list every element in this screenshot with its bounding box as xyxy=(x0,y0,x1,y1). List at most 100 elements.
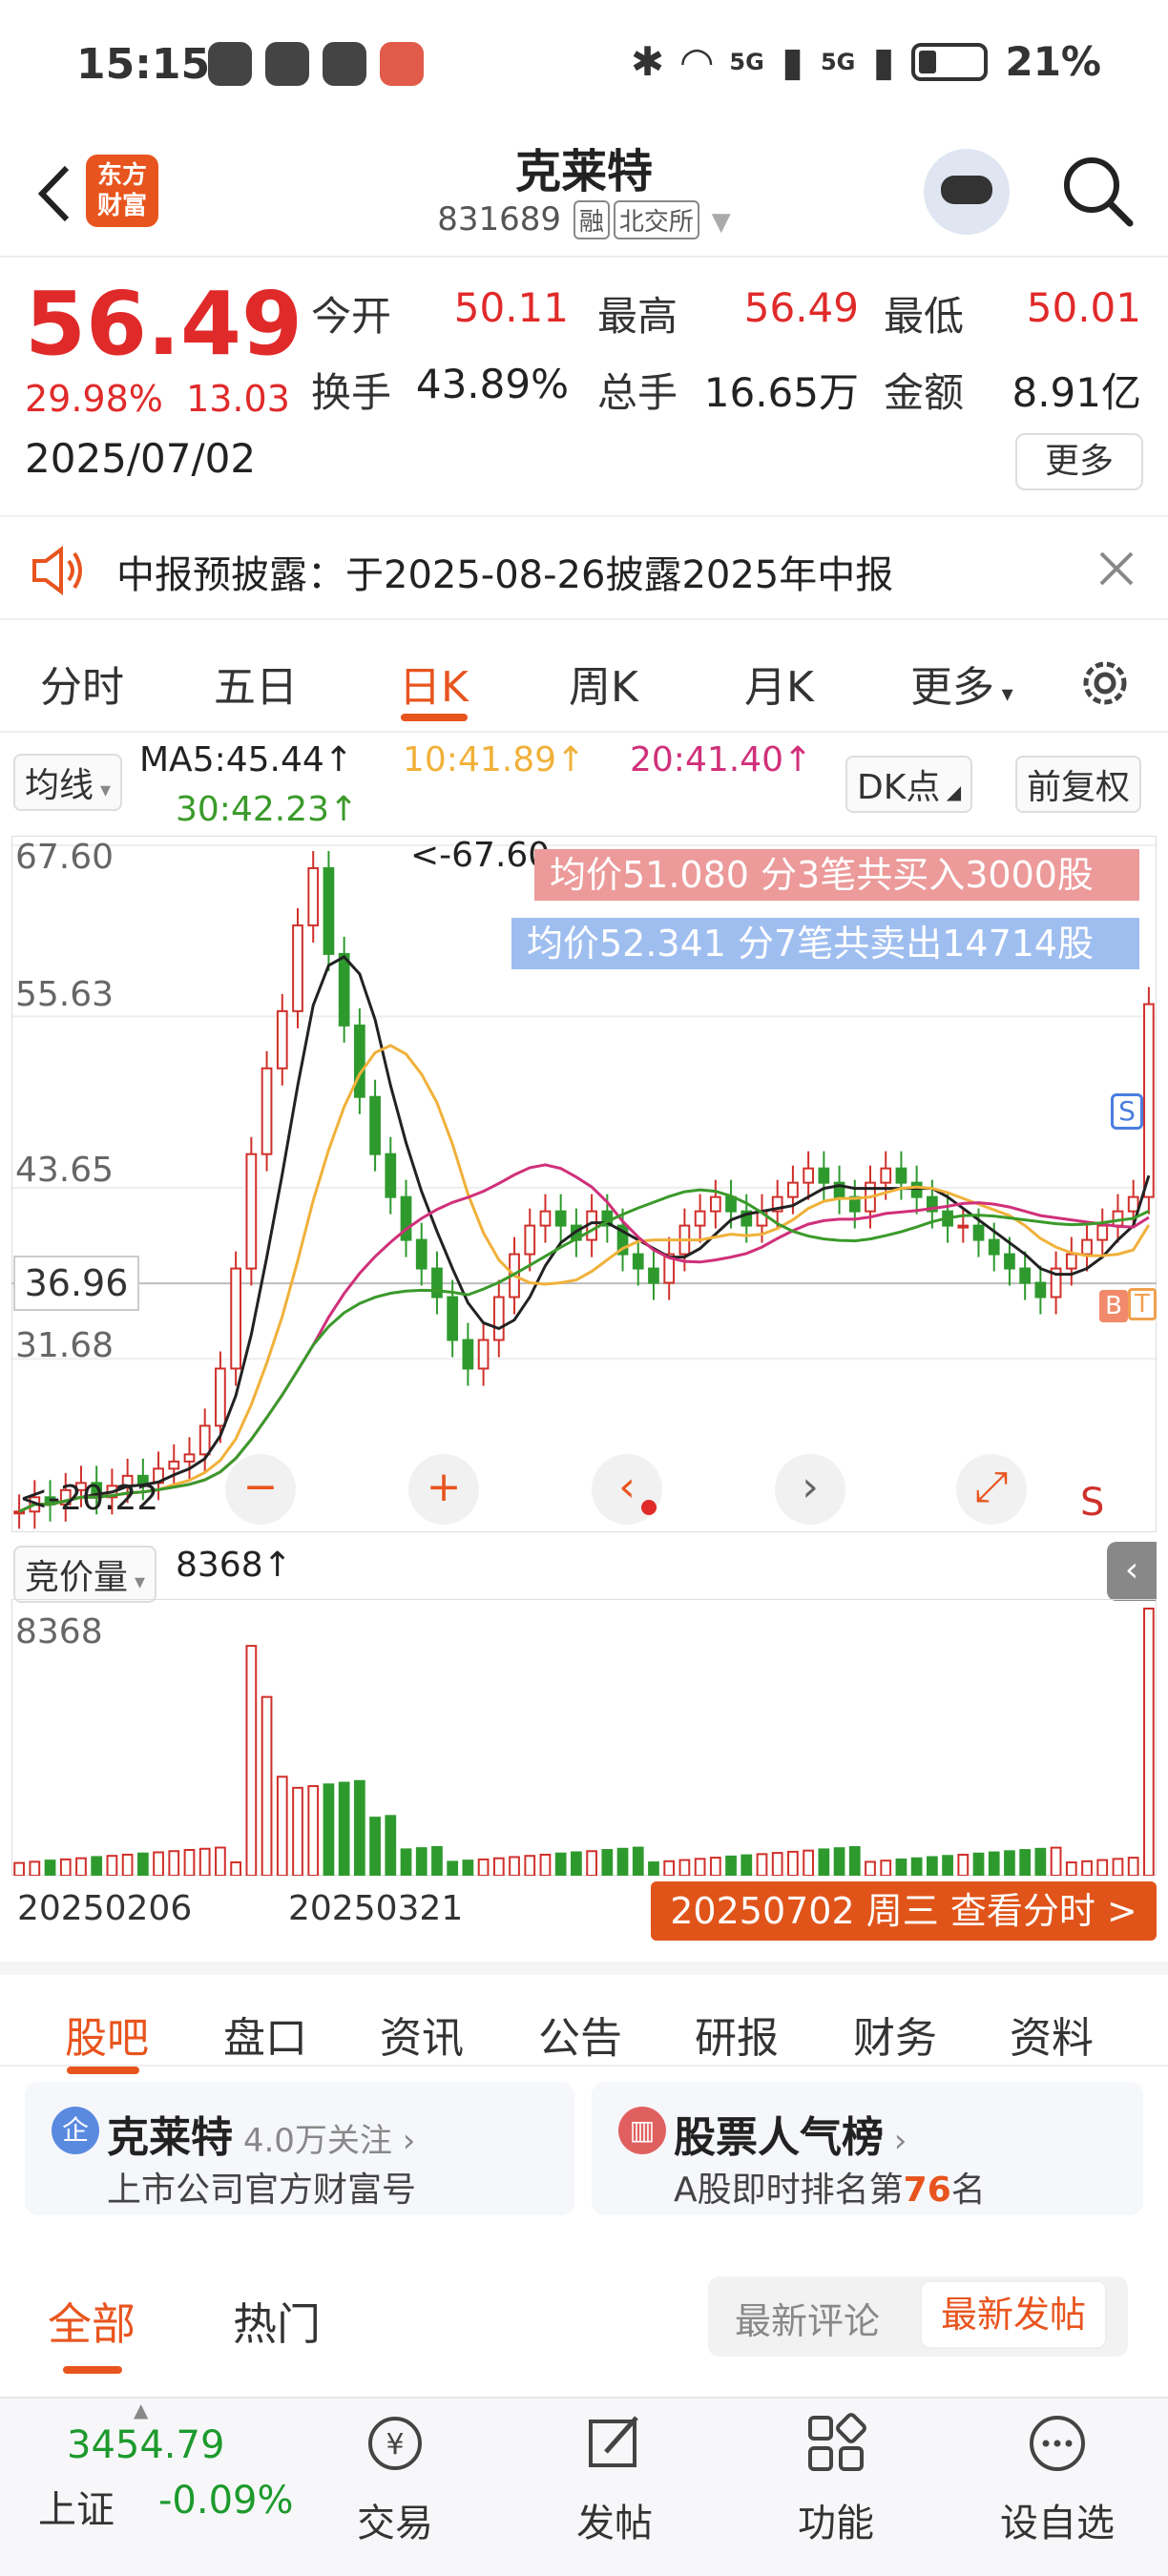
view-intraday-button[interactable]: 20250702 周三 查看分时 > xyxy=(651,1881,1157,1941)
corner-arrow-icon: ◢ xyxy=(940,780,962,803)
nav-label: 发帖 xyxy=(576,2502,653,2545)
y-tick-label: 31.68 xyxy=(15,1326,115,1365)
volume-bar xyxy=(601,1849,614,1876)
candle xyxy=(323,866,335,955)
candle xyxy=(524,1224,536,1256)
index-name[interactable]: 上证 xyxy=(38,2479,115,2534)
system-icons: ✱ ◠ 5G ▮ 5G ▮ 21% xyxy=(631,38,1101,85)
volume-bar xyxy=(616,1847,629,1876)
scroll-right-button[interactable]: › xyxy=(775,1454,845,1525)
sort-latest-comment[interactable]: 最新评论 xyxy=(735,2292,880,2344)
zoom-in-button[interactable]: + xyxy=(408,1454,479,1525)
tab-five-day[interactable]: 五日 xyxy=(214,653,298,714)
close-icon[interactable] xyxy=(1097,550,1136,588)
signal-icon-2: 5G xyxy=(820,48,856,75)
volume-bar xyxy=(678,1859,691,1876)
volume-bar xyxy=(1081,1859,1093,1876)
search-icon[interactable] xyxy=(1059,153,1136,229)
change-amount: 13.03 xyxy=(186,378,290,420)
volume-bar xyxy=(539,1853,552,1876)
edit-icon xyxy=(589,2416,638,2467)
nav-trade[interactable]: ¥ 交易 xyxy=(319,2410,471,2547)
rank-number: 76 xyxy=(903,2171,951,2210)
trade-yen-icon: ¥ xyxy=(368,2417,422,2470)
index-value[interactable]: 3454.79 xyxy=(67,2423,224,2467)
fullscreen-icon[interactable]: ⤢ xyxy=(956,1454,1027,1525)
volume-bar xyxy=(183,1848,196,1876)
volume-bar xyxy=(307,1785,320,1876)
tab-finance[interactable]: 财务 xyxy=(853,2004,937,2065)
candle xyxy=(1127,1195,1139,1213)
filter-all[interactable]: 全部 xyxy=(48,2290,136,2353)
period-tabs: 分时 五日 日K 周K 月K 更多 ▾ xyxy=(0,630,1168,733)
chevron-down-icon: ▾ xyxy=(94,779,112,802)
open-value: 50.11 xyxy=(453,284,569,331)
volume-bar xyxy=(988,1851,1000,1876)
dk-point-select[interactable]: DK点 ◢ xyxy=(845,756,973,813)
dropdown-arrow-icon[interactable]: ▼ xyxy=(712,208,731,237)
adjust-select[interactable]: 前复权 xyxy=(1015,756,1142,813)
volume-bar xyxy=(477,1858,490,1876)
tab-announcements[interactable]: 公告 xyxy=(538,2004,622,2065)
volume-bar xyxy=(865,1860,876,1876)
tab-intraday[interactable]: 分时 xyxy=(40,653,124,714)
gear-icon[interactable] xyxy=(1076,654,1134,712)
tab-more[interactable]: 更多 ▾ xyxy=(910,653,1013,714)
nav-functions[interactable]: 功能 xyxy=(760,2410,912,2547)
official-account-card[interactable]: 企 克莱特 4.0万关注 › 上市公司官方财富号 xyxy=(25,2082,574,2215)
follow-count: 4.0万关注 › xyxy=(242,2122,416,2160)
nav-post[interactable]: 发帖 xyxy=(538,2410,691,2547)
zoom-out-button[interactable]: − xyxy=(225,1454,296,1525)
volume-type-select[interactable]: 竞价量 ▾ xyxy=(13,1546,157,1603)
sort-latest-post[interactable]: 最新发帖 xyxy=(920,2280,1108,2349)
tab-monthly-k[interactable]: 月K xyxy=(744,653,814,714)
more-button[interactable]: 更多 xyxy=(1015,433,1143,490)
tab-profile[interactable]: 资料 xyxy=(1010,2004,1094,2065)
index-change[interactable]: -0.09% xyxy=(158,2479,294,2523)
candle xyxy=(1004,1253,1015,1270)
volume-bar xyxy=(354,1779,365,1876)
amount-value: 8.91亿 xyxy=(1012,369,1141,416)
candle xyxy=(369,1095,381,1155)
volume-bar xyxy=(91,1856,103,1876)
candle xyxy=(709,1195,721,1213)
volume-bar xyxy=(1019,1849,1032,1876)
tab-order-book[interactable]: 盘口 xyxy=(223,2004,307,2065)
tab-research[interactable]: 研报 xyxy=(695,2004,779,2065)
popularity-card[interactable]: ▥ 股票人气榜 › A股即时排名第76名 xyxy=(592,2082,1143,2215)
margin-tag: 融 xyxy=(573,200,610,239)
tab-weekly-k[interactable]: 周K xyxy=(569,653,638,714)
candle xyxy=(1081,1238,1093,1256)
sell-summary-badge: 均价52.341 分7笔共卖出14714股 xyxy=(511,918,1139,969)
notice-banner[interactable]: 中报预披露：于2025-08-26披露2025年中报 xyxy=(0,515,1168,620)
tab-guba[interactable]: 股吧 xyxy=(65,2004,149,2065)
card-subtitle: A股即时排名第76名 xyxy=(674,2162,986,2212)
collapse-panel-button[interactable]: ‹ xyxy=(1107,1542,1157,1601)
scroll-left-button[interactable]: ‹ xyxy=(592,1454,662,1525)
indicator-type-select[interactable]: 均线 ▾ xyxy=(13,754,123,811)
signal-bars-icon: ▮ xyxy=(781,38,803,85)
candle xyxy=(230,1267,241,1370)
volume-bar xyxy=(1050,1846,1062,1876)
ai-assistant-robot-icon[interactable] xyxy=(924,149,1010,235)
volume-bar xyxy=(1127,1857,1139,1876)
expand-caret-icon[interactable]: ▲ xyxy=(134,2399,148,2421)
t-marker[interactable]: T xyxy=(1128,1288,1157,1320)
active-tab-indicator xyxy=(401,714,468,721)
buy-marker-b[interactable]: B xyxy=(1099,1290,1128,1322)
volume-bar xyxy=(709,1857,721,1876)
tab-daily-k[interactable]: 日K xyxy=(399,653,469,714)
volume-bar xyxy=(400,1848,412,1876)
volume-value: 8368↑ xyxy=(176,1546,292,1585)
filter-hot[interactable]: 热门 xyxy=(233,2290,321,2353)
nav-watchlist[interactable]: 设自选 xyxy=(981,2410,1134,2547)
price-change: 29.98% 13.03 xyxy=(25,378,290,420)
stock-code: 831689 xyxy=(437,200,562,239)
low-label: 最低 xyxy=(884,293,965,340)
volume-bar xyxy=(1112,1858,1124,1876)
sell-marker-s[interactable]: S xyxy=(1111,1093,1143,1130)
nav-label: 设自选 xyxy=(1000,2502,1115,2545)
active-tab-indicator xyxy=(67,2067,139,2074)
candle xyxy=(447,1296,459,1341)
tab-news[interactable]: 资讯 xyxy=(380,2004,464,2065)
